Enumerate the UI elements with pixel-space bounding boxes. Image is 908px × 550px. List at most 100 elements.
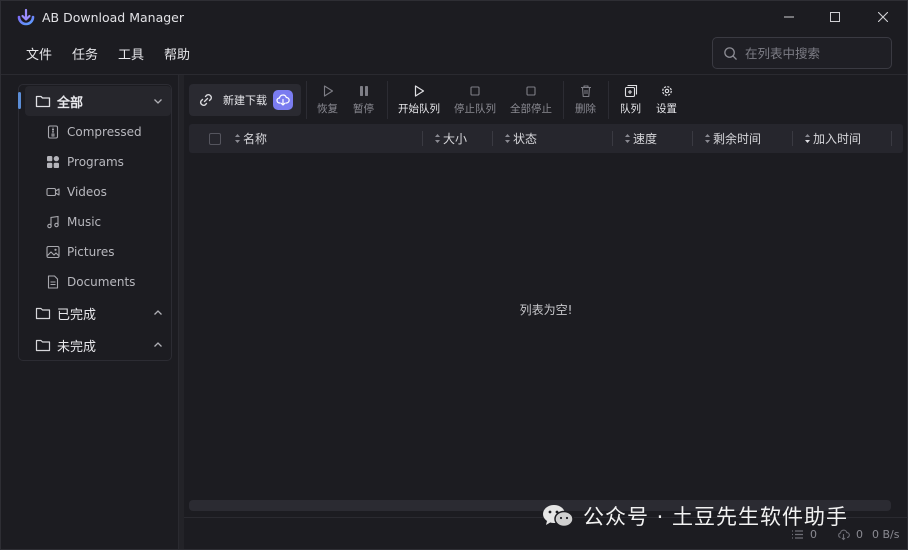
sidebar-item-music[interactable]: Music [46, 211, 101, 233]
sidebar-resize-handle[interactable] [178, 75, 184, 549]
sort-icon [435, 134, 440, 143]
sort-icon [705, 134, 710, 143]
select-all-checkbox[interactable] [209, 133, 221, 145]
toolbar-separator [608, 81, 609, 119]
column-status[interactable]: 状态 [504, 124, 537, 153]
toolbar-separator [306, 81, 307, 119]
empty-list-message: 列表为空! [519, 303, 573, 317]
sort-desc-icon [805, 134, 810, 143]
sidebar-label-music: Music [67, 215, 102, 229]
sidebar-label-pictures: Pictures [67, 245, 115, 259]
close-button[interactable] [860, 1, 906, 33]
toolbar-separator [563, 81, 564, 119]
play-icon [323, 85, 333, 97]
sidebar-label-compressed: Compressed [67, 125, 142, 139]
stop-all-button[interactable]: 全部停止 [510, 84, 552, 118]
document-icon [47, 275, 59, 289]
column-divider[interactable] [891, 131, 892, 146]
sidebar-item-compressed[interactable]: Compressed [46, 121, 142, 143]
play-icon [414, 85, 425, 97]
queue-icon [624, 84, 637, 98]
delete-button[interactable]: 删除 [575, 84, 596, 118]
settings-button[interactable]: 设置 [656, 84, 677, 118]
title-bar: AB Download Manager [1, 1, 907, 35]
column-speed-label: 速度 [633, 132, 658, 146]
sort-icon [235, 134, 240, 143]
search-box[interactable] [712, 37, 892, 69]
folder-icon [35, 95, 51, 108]
sidebar-label-all: 全部 [57, 95, 84, 111]
menu-divider [1, 74, 907, 75]
sidebar-item-completed[interactable]: 已完成 [25, 298, 171, 328]
column-added-time[interactable]: 加入时间 [804, 124, 861, 153]
close-icon [878, 12, 888, 22]
download-speed-value: 0 B/s [872, 528, 900, 541]
cloud-download-button[interactable] [273, 90, 293, 110]
gear-icon [661, 86, 672, 96]
cloud-download-icon [276, 94, 290, 106]
queue-label: 队列 [620, 103, 641, 115]
toolbar-separator [387, 81, 388, 119]
sidebar-item-pictures[interactable]: Pictures [46, 241, 115, 263]
resume-label: 恢复 [317, 103, 338, 115]
wechat-icon [543, 505, 574, 528]
column-name-label: 名称 [243, 132, 268, 146]
queue-button[interactable]: 队列 [620, 84, 641, 118]
sort-icon [505, 134, 510, 143]
sidebar-item-videos[interactable]: Videos [46, 181, 107, 203]
settings-label: 设置 [656, 103, 677, 115]
column-divider[interactable] [692, 131, 693, 146]
resume-button[interactable]: 恢复 [317, 84, 338, 118]
folder-icon [35, 307, 51, 320]
new-download-button[interactable]: 新建下载 [189, 84, 301, 116]
column-size[interactable]: 大小 [434, 124, 467, 153]
stop-queue-button[interactable]: 停止队列 [454, 84, 496, 118]
column-status-label: 状态 [513, 132, 538, 146]
column-divider[interactable] [492, 131, 493, 146]
maximize-button[interactable] [812, 1, 858, 33]
link-icon [200, 94, 212, 106]
sidebar-item-documents[interactable]: Documents [46, 271, 135, 293]
menu-tools[interactable]: 工具 [107, 44, 153, 63]
column-name[interactable]: 名称 [234, 124, 267, 153]
menu-bar: 文件 任务 工具 帮助 [15, 39, 199, 67]
column-divider[interactable] [792, 131, 793, 146]
column-divider[interactable] [612, 131, 613, 146]
pause-button[interactable]: 暂停 [353, 84, 374, 118]
folder-icon [35, 339, 51, 352]
sidebar-item-unfinished[interactable]: 未完成 [25, 330, 171, 360]
watermark-text: 公众号 · 土豆先生软件助手 [583, 505, 849, 529]
music-icon [47, 215, 59, 229]
active-indicator [18, 92, 21, 109]
search-input[interactable] [745, 45, 885, 61]
sidebar-item-programs[interactable]: Programs [46, 151, 124, 173]
sidebar-label-programs: Programs [67, 155, 124, 169]
sidebar-label-videos: Videos [67, 185, 107, 199]
menu-tasks[interactable]: 任务 [61, 44, 107, 63]
sidebar-item-all[interactable]: 全部 [25, 86, 171, 116]
column-remaining-time[interactable]: 剩余时间 [704, 124, 761, 153]
menu-help[interactable]: 帮助 [153, 44, 199, 63]
chevron-up-icon[interactable] [153, 340, 163, 350]
app-title: AB Download Manager [42, 10, 184, 25]
search-icon [724, 46, 737, 60]
app-window: AB Download Manager 文件 任务 工具 帮助 全部 C [0, 0, 908, 550]
picture-icon [46, 245, 60, 259]
zip-file-icon [47, 125, 59, 139]
pause-label: 暂停 [353, 103, 374, 115]
menu-file[interactable]: 文件 [15, 44, 61, 63]
sort-icon [625, 134, 630, 143]
chevron-down-icon[interactable] [153, 96, 163, 106]
wechat-watermark: 公众号 · 土豆先生软件助手 [541, 501, 848, 531]
delete-label: 删除 [575, 103, 596, 115]
minimize-icon [784, 16, 794, 18]
start-queue-button[interactable]: 开始队列 [398, 84, 440, 118]
download-count-value: 0 [856, 528, 863, 541]
programs-icon [47, 156, 59, 168]
column-speed[interactable]: 速度 [624, 124, 657, 153]
column-divider[interactable] [422, 131, 423, 146]
sidebar-label-documents: Documents [67, 275, 136, 289]
maximize-icon [830, 12, 840, 22]
minimize-button[interactable] [766, 1, 812, 33]
chevron-up-icon[interactable] [153, 308, 163, 318]
